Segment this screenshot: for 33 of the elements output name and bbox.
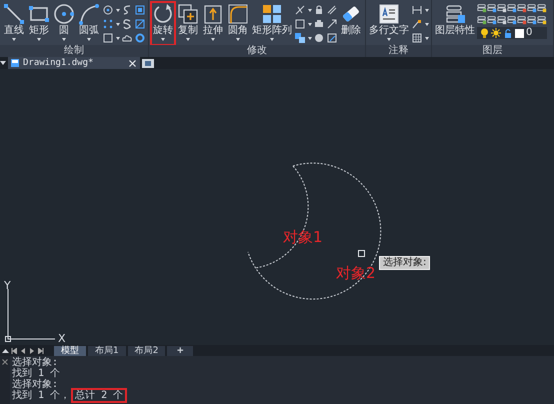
- panel-title: 注释: [366, 45, 431, 57]
- command-history-line: 找到 1 个: [12, 368, 60, 379]
- circle-tool-button[interactable]: 圆: [52, 2, 76, 45]
- stretch-tool-button[interactable]: 拉伸: [201, 2, 225, 45]
- arc-tool-button[interactable]: 圆弧: [77, 2, 101, 45]
- copy-tool-button[interactable]: 复制: [176, 2, 200, 45]
- panel-title: 绘制: [0, 45, 148, 57]
- rect-tool-button[interactable]: 矩形: [27, 2, 51, 45]
- command-history-line: 选择对象:: [12, 379, 58, 390]
- layout-tab[interactable]: 布局2: [128, 346, 166, 356]
- y-axis-label: Y: [4, 280, 11, 292]
- layer-name: 0: [526, 27, 532, 39]
- annotation-label: 对象2: [336, 265, 376, 281]
- array-tool-button[interactable]: 矩形阵列: [251, 2, 293, 45]
- layout-tab[interactable]: 布局1: [88, 346, 126, 356]
- command-history-line: 总计 2 个: [73, 390, 126, 401]
- cursor-tooltip: 选择对象:: [379, 256, 430, 270]
- layerprops-tool-button[interactable]: 图层特性: [434, 2, 476, 45]
- command-history-line: 选择对象:: [12, 357, 58, 368]
- command-history-line: 找到 1 个，: [12, 390, 70, 401]
- panel-title: 修改: [149, 45, 365, 57]
- mtext-tool-button[interactable]: 多行文字: [368, 2, 410, 45]
- rotate-tool-button[interactable]: 旋转: [151, 2, 175, 45]
- erase-tool-button[interactable]: 删除: [339, 2, 363, 45]
- fillet-tool-button[interactable]: 圆角: [226, 2, 250, 45]
- layer-dropdown[interactable]: 0: [477, 27, 547, 39]
- annotation-label: 对象1: [283, 229, 323, 245]
- document-tab[interactable]: Drawing1.dwg*: [8, 57, 140, 69]
- line-tool-button[interactable]: 直线: [2, 2, 26, 45]
- x-axis-label: X: [58, 333, 66, 345]
- panel-title: 图层: [432, 45, 553, 57]
- add-layout-tab[interactable]: +: [167, 346, 194, 356]
- layout-tab[interactable]: 模型: [54, 346, 86, 356]
